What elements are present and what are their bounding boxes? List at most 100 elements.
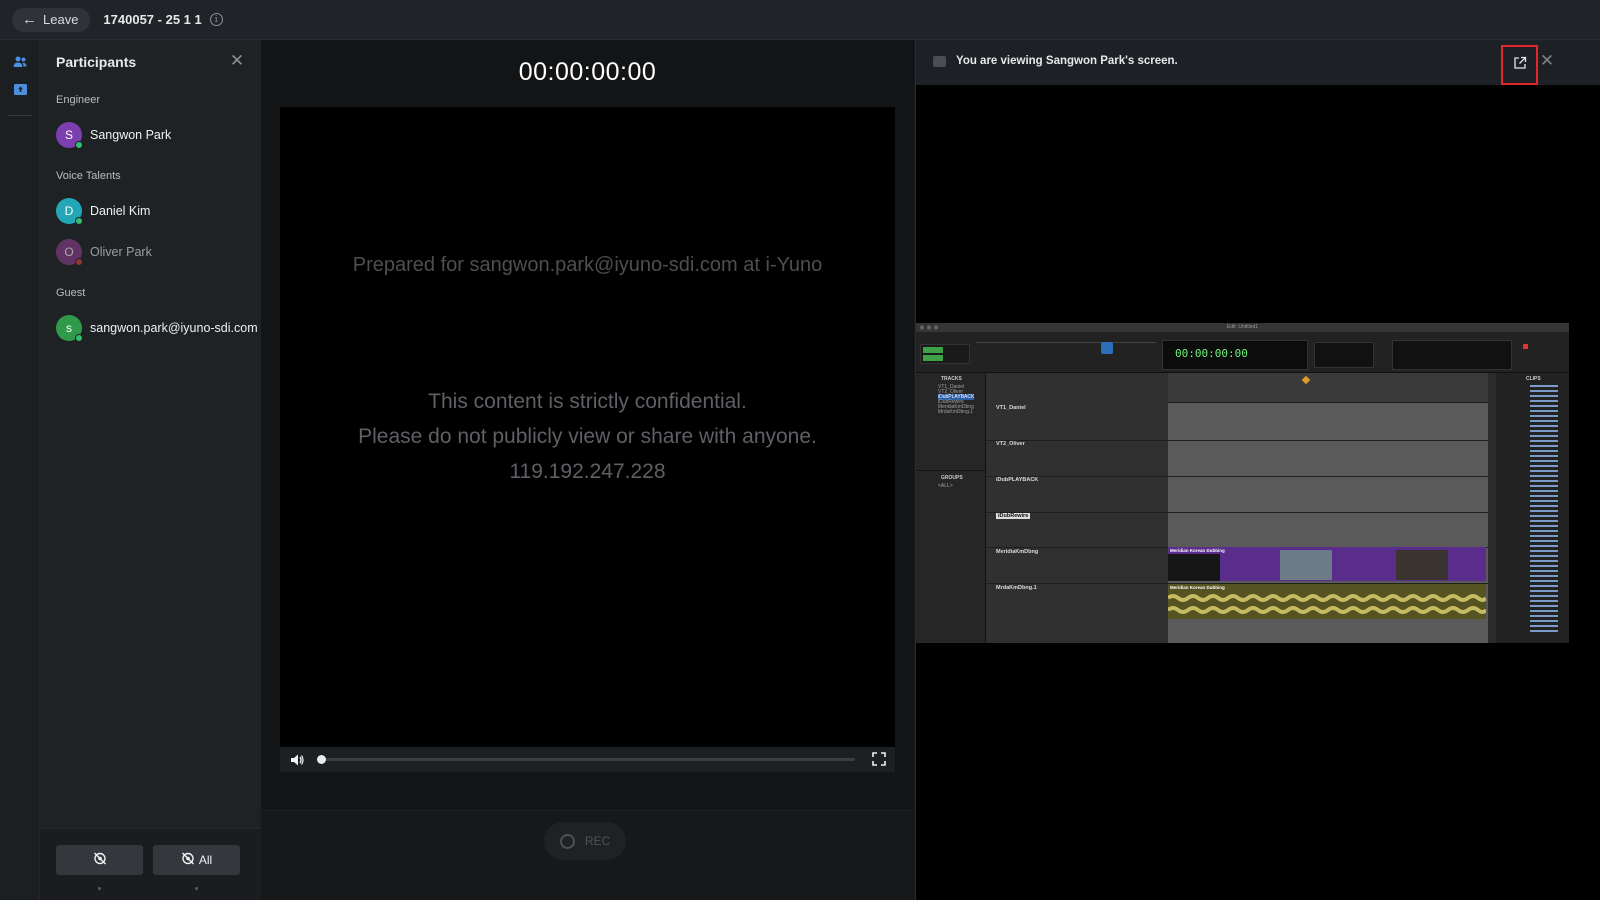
clips-list: CLIPS — [1496, 373, 1569, 643]
confidential-line: Please do not publicly view or share wit… — [358, 425, 817, 448]
daw-counter: 00:00:00:00 — [1175, 347, 1248, 360]
hide-all-video-button[interactable]: All — [153, 845, 240, 875]
progress-slider[interactable] — [317, 755, 855, 764]
clip-entry — [1530, 605, 1558, 607]
leave-button[interactable]: ← Leave — [12, 7, 91, 32]
avatar-initial: S — [64, 128, 73, 142]
avatar-initial: s — [66, 321, 72, 335]
audio-clip: Meridian Korean Dubbing — [1168, 584, 1486, 619]
daw-toolbar: 00:00:00:00 — [916, 332, 1569, 373]
timeline-ruler — [1168, 373, 1488, 403]
top-bar: ← Leave 1740057 - 25 1 1 i — [0, 0, 1600, 40]
shared-screen[interactable]: Edit: Untitled1 00:00:00:00 TRACKS VT1_D… — [916, 323, 1569, 643]
session-title: 1740057 - 25 1 1 — [103, 12, 202, 27]
avatar: O — [56, 239, 83, 266]
arrow-left-icon: ← — [22, 11, 37, 28]
close-icon[interactable]: ✕ — [229, 52, 245, 69]
ip-address: 119.192.247.228 — [509, 460, 666, 483]
clips-header: CLIPS — [1526, 376, 1541, 382]
popout-button[interactable] — [1501, 45, 1538, 85]
video-off-icon — [181, 852, 195, 868]
confidential-line: This content is strictly confidential. — [428, 390, 747, 413]
clip-entry — [1530, 570, 1558, 572]
clip-entry — [1530, 445, 1558, 447]
clip-entry — [1530, 535, 1558, 537]
track-divider — [986, 476, 1488, 477]
clip-entry — [1530, 500, 1558, 502]
screen-share-panel: You are viewing Sangwon Park's screen. ✕… — [915, 40, 1600, 900]
group-item: <ALL> — [938, 483, 953, 489]
clip-entry — [1530, 420, 1558, 422]
track-name: iDubPLAYBACK — [996, 477, 1039, 483]
daw-main-counter: 00:00:00:00 — [1162, 340, 1308, 370]
clip-entry — [1530, 505, 1558, 507]
track-name: VT1_Daniel — [996, 405, 1026, 411]
clip-entry — [1530, 470, 1558, 472]
online-status-dot — [75, 334, 83, 342]
clip-entry — [1530, 480, 1558, 482]
participant-item[interactable]: s sangwon.park@iyuno-sdi.com — [56, 315, 258, 342]
clip-entry — [1530, 620, 1558, 622]
participant-name: Oliver Park — [90, 245, 152, 259]
clip-entry — [1530, 595, 1558, 597]
track-divider — [986, 440, 1488, 441]
clip-entry — [1530, 415, 1558, 417]
clip-entry — [1530, 590, 1558, 592]
screen-share-icon — [933, 56, 946, 67]
track-list-item: MrdaKmDbng.1 — [938, 409, 974, 415]
player-area: 00:00:00:00 Prepared for sangwon.park@iy… — [261, 40, 914, 900]
avatar: S — [56, 122, 83, 149]
group-label-guest: Guest — [56, 287, 86, 299]
player-controls — [280, 747, 895, 772]
clip-entry — [1530, 600, 1558, 602]
clip-entry — [1530, 410, 1558, 412]
clip-entry — [1530, 440, 1558, 442]
clip-entry — [1530, 390, 1558, 392]
screen-share-icon[interactable] — [12, 81, 28, 97]
clip-entry — [1530, 385, 1558, 387]
hide-video-button[interactable] — [56, 845, 143, 875]
rec-button[interactable]: REC — [544, 822, 626, 860]
clip-entry — [1530, 610, 1558, 612]
clip-entry — [1530, 465, 1558, 467]
indicator-dot — [98, 887, 101, 890]
video-player[interactable]: Prepared for sangwon.park@iyuno-sdi.com … — [280, 107, 895, 747]
participants-panel: Participants ✕ Engineer S Sangwon Park V… — [40, 40, 261, 900]
clip-entry — [1530, 475, 1558, 477]
clip-entry — [1530, 615, 1558, 617]
track-name: MeridiaKmDbng — [996, 549, 1039, 555]
mode-buttons — [920, 344, 970, 364]
participant-item[interactable]: D Daniel Kim — [56, 198, 151, 225]
participant-item[interactable]: O Oliver Park — [56, 239, 152, 266]
video-clip-label: Meridian Korean Dubbing — [1170, 548, 1225, 553]
clip-entry — [1530, 460, 1558, 462]
clip-entry — [1530, 450, 1558, 452]
left-rail — [0, 40, 40, 900]
clip-entry — [1530, 510, 1558, 512]
info-icon[interactable]: i — [209, 13, 223, 26]
clip-entry — [1530, 405, 1558, 407]
close-icon[interactable]: ✕ — [1539, 52, 1555, 69]
track-divider — [986, 512, 1488, 513]
participant-item[interactable]: S Sangwon Park — [56, 122, 172, 149]
daw-window-title: Edit: Untitled1 — [1226, 324, 1259, 330]
volume-icon[interactable] — [289, 752, 305, 768]
participant-name: Daniel Kim — [90, 204, 151, 218]
clip-entry — [1530, 625, 1558, 627]
rail-divider — [8, 115, 32, 116]
clip-entry — [1530, 435, 1558, 437]
participant-name: Sangwon Park — [90, 128, 172, 142]
people-icon[interactable] — [12, 54, 28, 70]
progress-knob[interactable] — [317, 755, 326, 764]
clip-entry — [1530, 575, 1558, 577]
clip-entry — [1530, 455, 1558, 457]
screen-share-header: You are viewing Sangwon Park's screen. ✕ — [916, 40, 1600, 85]
video-off-icon — [93, 852, 107, 868]
daw-titlebar: Edit: Untitled1 — [916, 323, 1569, 332]
avatar: D — [56, 198, 83, 225]
group-label-engineer: Engineer — [56, 94, 101, 106]
record-indicator — [1523, 344, 1528, 349]
avatar: s — [56, 315, 83, 342]
fullscreen-icon[interactable] — [872, 752, 886, 766]
clip-entry — [1530, 490, 1558, 492]
